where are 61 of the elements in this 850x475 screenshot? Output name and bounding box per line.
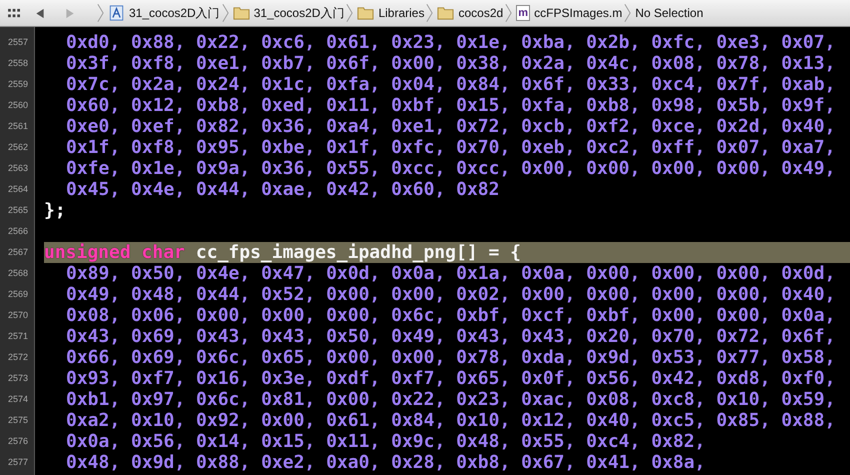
breadcrumb-item[interactable]: cocos2d xyxy=(437,5,504,21)
chevron-icon xyxy=(346,2,354,24)
folder-icon xyxy=(437,5,454,21)
code-line: 0x08, 0x06, 0x00, 0x00, 0x00, 0x6c, 0xbf, 0xcf, 0xbf, 0x00, 0x00, 0x0a, xyxy=(65,305,836,326)
line-number: 2559 xyxy=(7,78,30,91)
breadcrumb-item[interactable]: 31_cocos2D入门 xyxy=(232,4,344,22)
code-line: }; xyxy=(44,200,66,221)
code-line: 0x60, 0x12, 0xb8, 0xed, 0x11, 0xbf, 0x15, 0xfa, 0xb8, 0x98, 0x5b, 0x9f, xyxy=(65,95,836,116)
line-number: 2572 xyxy=(7,351,30,364)
folder-icon xyxy=(232,5,250,21)
keyword: unsigned char xyxy=(44,242,185,263)
line-number: 2573 xyxy=(7,372,30,385)
code-line: 0x1f, 0xf8, 0x95, 0xbe, 0x1f, 0xfc, 0x70, 0xeb, 0xc2, 0xff, 0x07, 0xa7, xyxy=(65,137,836,158)
project-icon xyxy=(108,5,125,21)
line-number: 2560 xyxy=(7,99,30,112)
chevron-icon xyxy=(624,2,632,24)
code-line: 0x49, 0x48, 0x44, 0x52, 0x00, 0x00, 0x02, 0x00, 0x00, 0x00, 0x00, 0x40, xyxy=(65,284,836,305)
code-line: 0xe0, 0xef, 0x82, 0x36, 0xa4, 0xe1, 0x72, 0xcb, 0xf2, 0xce, 0x2d, 0x40, xyxy=(65,116,836,137)
folder-icon xyxy=(357,5,374,21)
code-line: 0x7c, 0x2a, 0x24, 0x1c, 0xfa, 0x04, 0x84, 0x6f, 0x33, 0xc4, 0x7f, 0xab, xyxy=(65,74,836,95)
grid-icon[interactable] xyxy=(8,8,21,18)
line-number: 2557 xyxy=(7,36,30,49)
line-number: 2576 xyxy=(7,435,30,448)
breadcrumb-item[interactable]: 31_cocos2D入门 xyxy=(108,4,220,22)
line-number: 2577 xyxy=(7,456,30,469)
line-number: 2565 xyxy=(7,204,30,217)
line-number: 2575 xyxy=(7,414,30,427)
line-number: 2564 xyxy=(7,183,30,196)
chevron-icon xyxy=(222,2,229,24)
line-number: 2567 xyxy=(7,246,30,259)
line-number: 2571 xyxy=(7,330,30,343)
file-icon: m xyxy=(516,5,530,21)
breadcrumb-item[interactable]: m ccFPSImages.m xyxy=(516,5,622,21)
code-line: 0xd0, 0x88, 0x22, 0xc6, 0x61, 0x23, 0x1e, 0xba, 0x2b, 0xfc, 0xe3, 0x07, xyxy=(65,32,836,53)
breadcrumb-item[interactable]: Libraries xyxy=(357,5,424,21)
chevron-icon xyxy=(97,2,104,24)
line-number: 2562 xyxy=(7,141,30,154)
line-number: 2574 xyxy=(7,393,30,406)
breadcrumb-item[interactable]: No Selection xyxy=(635,6,704,20)
code-line: 0x48, 0x9d, 0x88, 0xe2, 0xa0, 0x28, 0xb8, 0x67, 0x41, 0x8a, xyxy=(65,452,706,473)
line-number: 2568 xyxy=(7,267,30,280)
code-line: 0xfe, 0x1e, 0x9a, 0x36, 0x55, 0xcc, 0xcc, 0x00, 0x00, 0x00, 0x00, 0x49, xyxy=(65,158,836,179)
chevron-icon xyxy=(505,2,512,24)
chevron-icon xyxy=(426,2,434,24)
code-line: 0x3f, 0xf8, 0xe1, 0xb7, 0x6f, 0x00, 0x38, 0x2a, 0x4c, 0x08, 0x78, 0x13, xyxy=(65,53,836,74)
code-line: 0x66, 0x69, 0x6c, 0x65, 0x00, 0x00, 0x78, 0xda, 0x9d, 0x53, 0x77, 0x58, xyxy=(65,347,836,368)
code-line: 0x45, 0x4e, 0x44, 0xae, 0x42, 0x60, 0x82 xyxy=(65,179,500,200)
line-number: 2569 xyxy=(7,288,30,301)
code-line: 0x89, 0x50, 0x4e, 0x47, 0x0d, 0x0a, 0x1a, 0x0a, 0x00, 0x00, 0x00, 0x0d, xyxy=(65,263,836,284)
line-number: 2570 xyxy=(7,309,30,322)
code-line: 0x43, 0x69, 0x43, 0x43, 0x50, 0x49, 0x43, 0x43, 0x20, 0x70, 0x72, 0x6f, xyxy=(65,326,836,347)
line-number: 2566 xyxy=(7,225,30,238)
line-number: 2558 xyxy=(7,57,30,70)
code-line: 0xb1, 0x97, 0x6c, 0x81, 0x00, 0x22, 0x23, 0xac, 0x08, 0xc8, 0x10, 0x59, xyxy=(65,389,836,410)
line-number: 2563 xyxy=(7,162,30,175)
back-icon[interactable] xyxy=(35,8,45,18)
code-line: 0x93, 0xf7, 0x16, 0x3e, 0xdf, 0xf7, 0x65, 0x0f, 0x56, 0x42, 0xd8, 0xf0, xyxy=(65,368,836,389)
line-number: 2561 xyxy=(7,120,30,133)
code-line: cc_fps_images_ipadhd_png[] = { xyxy=(196,242,521,263)
code-line: 0xa2, 0x10, 0x92, 0x00, 0x61, 0x84, 0x10, 0x12, 0x40, 0xc5, 0x85, 0x88, xyxy=(65,410,836,431)
code-line: 0x0a, 0x56, 0x14, 0x15, 0x11, 0x9c, 0x48, 0x55, 0xc4, 0x82, xyxy=(65,431,706,452)
